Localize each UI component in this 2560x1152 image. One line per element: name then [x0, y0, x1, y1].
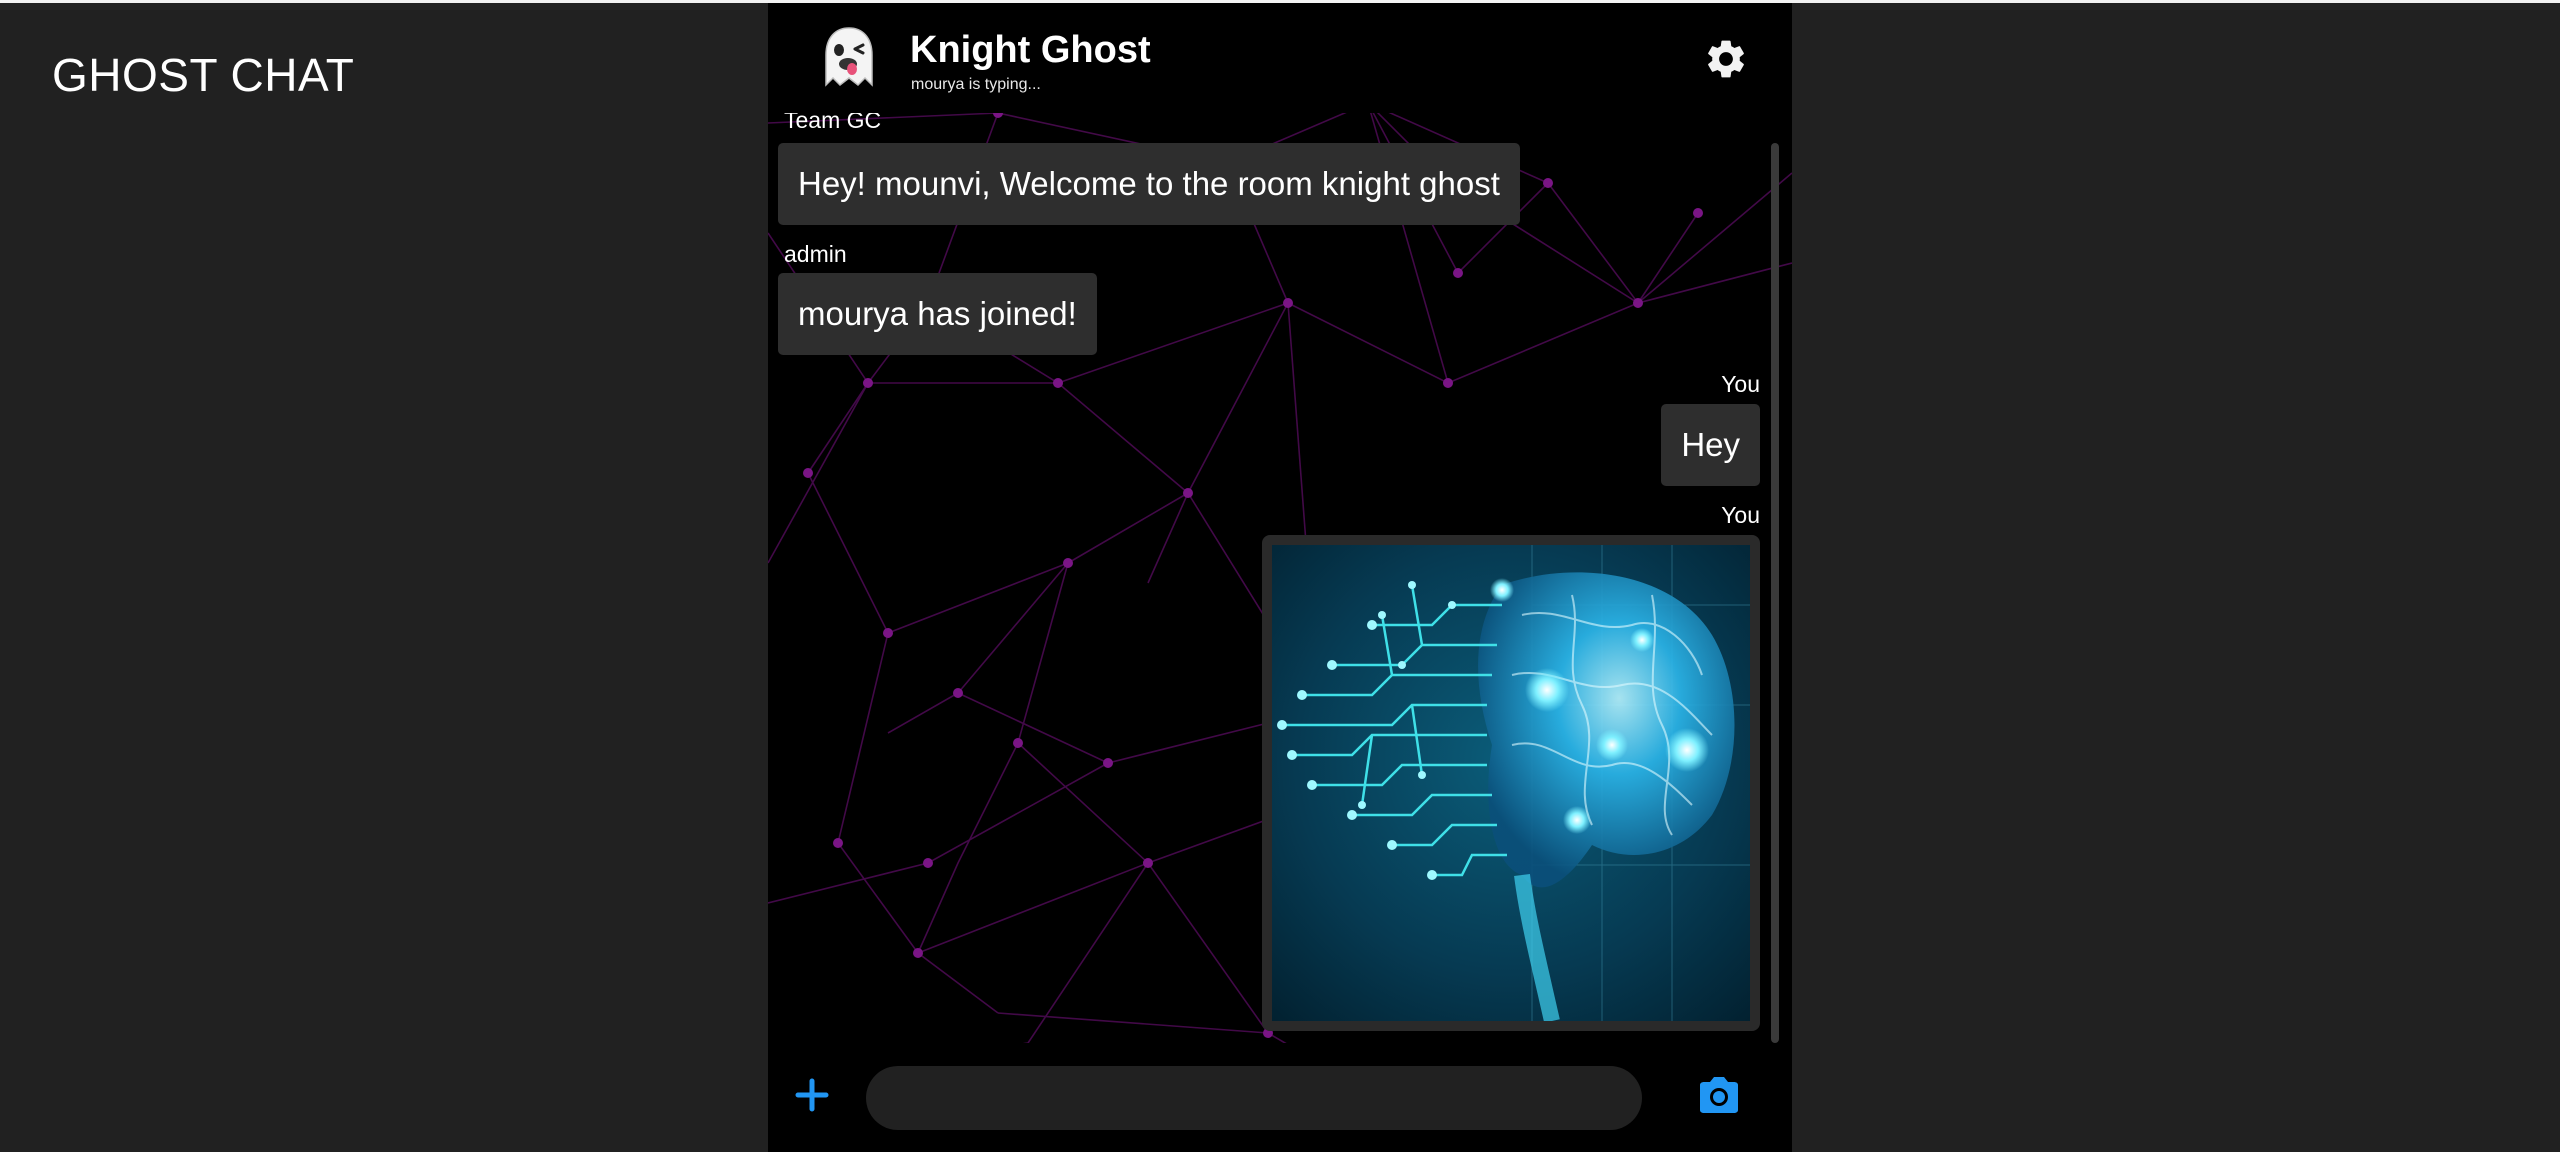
chat-header: Knight Ghost mourya is typing... — [768, 3, 1792, 113]
settings-button[interactable] — [1703, 36, 1749, 82]
camera-button[interactable] — [1696, 1073, 1742, 1117]
glowing-brain-circuit-image — [1272, 545, 1750, 1021]
ghost-emoji-icon — [814, 23, 884, 93]
gear-icon — [1708, 40, 1744, 78]
message-sender: admin — [784, 241, 847, 267]
chat-panel: Knight Ghost mourya is typing... Team GC… — [768, 3, 1792, 1152]
room-name: Knight Ghost — [910, 29, 1151, 71]
typing-status: mourya is typing... — [911, 76, 1041, 93]
message-bubble: mourya has joined! — [778, 273, 1097, 355]
message-list: Team GC Hey! mounvi, Welcome to the room… — [768, 107, 1792, 1043]
plus-icon — [795, 1078, 829, 1112]
message-bubble: Hey! mounvi, Welcome to the room knight … — [778, 143, 1520, 225]
message-input[interactable] — [866, 1066, 1642, 1130]
camera-icon — [1700, 1077, 1738, 1113]
message-sender: You — [1721, 502, 1760, 528]
image-message[interactable] — [1262, 535, 1760, 1031]
message-bubble: Hey — [1661, 404, 1760, 486]
message-composer — [768, 1043, 1792, 1152]
attach-button[interactable] — [790, 1073, 834, 1117]
message-scrollbar[interactable] — [1771, 143, 1779, 1043]
message-sender: You — [1721, 371, 1760, 397]
app-title: GHOST CHAT — [52, 49, 355, 101]
